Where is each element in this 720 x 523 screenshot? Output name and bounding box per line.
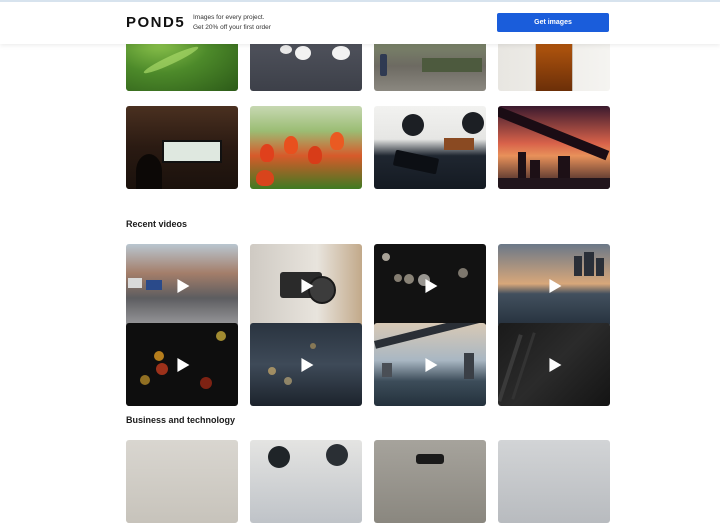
tagline-line-1: Images for every project. bbox=[193, 14, 265, 21]
video-tile-bridge-river[interactable] bbox=[374, 323, 486, 406]
section-title-recent-videos: Recent videos bbox=[126, 219, 188, 229]
video-tile-camera[interactable] bbox=[250, 244, 362, 327]
play-icon bbox=[301, 278, 314, 293]
video-grid-row-1 bbox=[126, 244, 610, 327]
image-tile-phone[interactable] bbox=[374, 106, 486, 189]
play-icon bbox=[425, 278, 438, 293]
play-icon bbox=[549, 278, 562, 293]
site-header: POND5 Images for every project. Get 20% … bbox=[0, 0, 720, 44]
image-grid-row-2 bbox=[126, 106, 610, 189]
play-icon bbox=[425, 357, 438, 372]
promo-tagline: Images for every project. Get 20% off yo… bbox=[193, 13, 271, 33]
play-icon bbox=[301, 357, 314, 372]
image-tile-subway-sign[interactable] bbox=[126, 106, 238, 189]
pond5-logo[interactable]: POND5 bbox=[126, 14, 185, 31]
video-tile-bokeh-lights[interactable] bbox=[374, 244, 486, 327]
play-icon bbox=[549, 357, 562, 372]
video-tile-skyline-sunset[interactable] bbox=[498, 244, 610, 327]
section-title-business-technology: Business and technology bbox=[126, 415, 236, 425]
video-tile-colorful-bokeh[interactable] bbox=[126, 323, 238, 406]
get-images-button[interactable]: Get images bbox=[497, 13, 609, 32]
play-icon bbox=[177, 357, 190, 372]
video-tile-dark-abstract[interactable] bbox=[498, 323, 610, 406]
video-tile-city-street[interactable] bbox=[126, 244, 238, 327]
video-grid-row-2 bbox=[126, 323, 610, 406]
image-tile-business-1[interactable] bbox=[126, 440, 238, 523]
image-tile-bridge-sunset[interactable] bbox=[498, 106, 610, 189]
image-tile-tulips[interactable] bbox=[250, 106, 362, 189]
image-tile-business-4[interactable] bbox=[498, 440, 610, 523]
image-tile-business-3[interactable] bbox=[374, 440, 486, 523]
image-tile-business-2[interactable] bbox=[250, 440, 362, 523]
tagline-line-2: Get 20% off your first order bbox=[193, 24, 271, 31]
video-tile-blurred-city[interactable] bbox=[250, 323, 362, 406]
business-grid-row-1 bbox=[126, 440, 610, 523]
top-border bbox=[0, 0, 720, 2]
play-icon bbox=[177, 278, 190, 293]
